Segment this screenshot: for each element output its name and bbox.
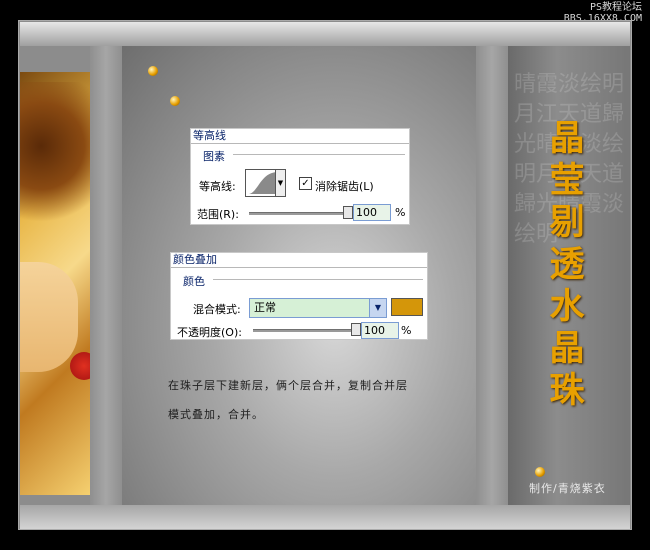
slider-thumb-icon[interactable]: [343, 206, 353, 219]
gold-bead-icon: [170, 96, 180, 106]
range-label: 范围(R):: [197, 208, 239, 221]
author-credit: 制作/青烧紫衣: [529, 482, 606, 495]
instruction-line-2: 模式叠加，合并。: [168, 408, 264, 421]
top-bar: [20, 22, 630, 46]
title-divider: [171, 267, 427, 268]
group-divider: [213, 279, 423, 280]
contour-group-label: 图素: [203, 150, 225, 163]
title-divider: [191, 143, 409, 144]
gold-bead-icon: [535, 467, 545, 477]
opacity-label: 不透明度(O):: [177, 326, 242, 339]
contour-dialog-title: 等高线: [193, 129, 226, 142]
left-divider-strip: [90, 46, 122, 505]
range-unit: %: [395, 206, 406, 219]
side-title: 晶莹剔透水晶珠: [547, 118, 587, 412]
overlay-color-swatch[interactable]: [391, 298, 423, 316]
side-title-char: 晶: [549, 328, 585, 369]
antialias-label: 消除锯齿(L): [315, 180, 374, 193]
checkbox-check-icon: ✓: [301, 178, 310, 189]
color-overlay-dialog: 颜色叠加 颜色 混合模式: 正常 ▼ 不透明度(O): 100 %: [170, 252, 428, 340]
group-divider: [233, 154, 405, 155]
opacity-unit: %: [401, 324, 412, 337]
side-title-char: 水: [549, 286, 585, 327]
contour-dialog: 等高线 图素 等高线: ▼ ✓ 消除锯齿(L) 范围(R): 100 %: [190, 128, 410, 225]
opacity-slider[interactable]: [253, 329, 355, 332]
range-input[interactable]: 100: [353, 204, 391, 221]
blend-mode-value: 正常: [254, 301, 276, 314]
color-overlay-dialog-title: 颜色叠加: [173, 253, 217, 266]
gold-bead-icon: [148, 66, 158, 76]
hair-ornament: [20, 82, 90, 242]
side-title-char: 莹: [549, 160, 585, 201]
blend-mode-select[interactable]: 正常 ▼: [249, 298, 387, 318]
blend-mode-label: 混合模式:: [193, 303, 241, 316]
side-title-char: 珠: [549, 370, 585, 411]
dropdown-arrow-icon[interactable]: ▼: [275, 169, 286, 197]
portrait-face: [20, 262, 78, 372]
side-title-char: 晶: [549, 118, 585, 159]
watermark-line1: PS教程论坛: [589, 2, 642, 13]
slider-thumb-icon[interactable]: [351, 323, 361, 336]
right-divider-strip: [476, 46, 508, 505]
contour-label: 等高线:: [199, 180, 236, 193]
illustration-panel: [20, 72, 98, 495]
antialias-checkbox[interactable]: ✓: [299, 177, 312, 190]
side-title-char: 透: [549, 244, 585, 285]
bottom-bar: [20, 505, 630, 529]
opacity-input[interactable]: 100: [361, 322, 399, 339]
side-title-char: 剔: [549, 202, 585, 243]
instruction-line-1: 在珠子层下建新层，俩个层合并，复制合并层: [168, 379, 408, 392]
color-group-label: 颜色: [183, 275, 205, 288]
dropdown-arrow-icon: ▼: [369, 299, 386, 317]
range-slider[interactable]: [249, 212, 347, 215]
